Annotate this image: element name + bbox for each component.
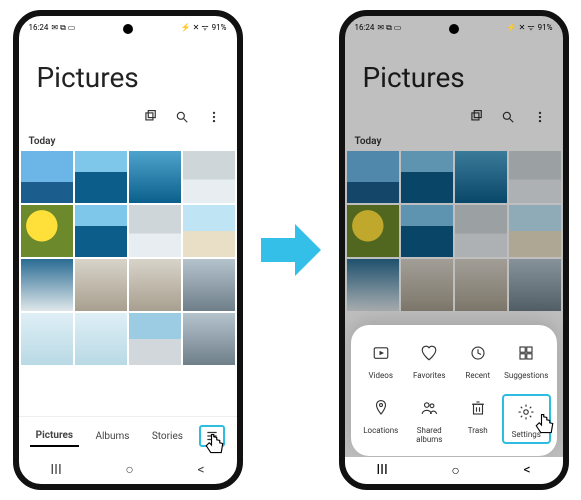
notif-icon: ✉ ⧉ ▭ (51, 23, 75, 33)
thumbnail[interactable] (183, 259, 235, 311)
thumbnail[interactable] (21, 313, 73, 365)
sheet-trash[interactable]: Trash (454, 394, 503, 444)
toolbar (19, 104, 237, 130)
copy-icon[interactable] (143, 110, 157, 124)
thumbnail[interactable] (75, 151, 127, 203)
thumbnail[interactable] (183, 151, 235, 203)
more-icon[interactable] (207, 110, 221, 124)
thumbnail[interactable] (347, 259, 399, 311)
sheet-label: Trash (468, 426, 488, 435)
play-icon (367, 339, 395, 367)
battery-text: 91% (538, 23, 553, 32)
nav-home-icon[interactable]: ○ (451, 462, 459, 479)
menu-sheet: Videos Favorites Recent Suggestions Loca… (351, 325, 557, 456)
thumbnail[interactable] (401, 151, 453, 203)
sheet-shared[interactable]: Shared albums (405, 394, 454, 444)
sheet-recent[interactable]: Recent (454, 339, 503, 380)
photo-grid (345, 151, 563, 311)
thumbnail[interactable] (401, 205, 453, 257)
signal-icon: ⚡ ✕ ᯤ (181, 22, 209, 33)
phone-right: 16:24 ✉ ⧉ ▭ ⚡ ✕ ᯤ 91% Pictures Today (339, 10, 569, 490)
sheet-label: Videos (369, 371, 393, 380)
thumbnail[interactable] (183, 205, 235, 257)
nav-bar: III ○ < (345, 457, 563, 484)
sheet-label: Suggestions (504, 371, 548, 380)
grid-icon (512, 339, 540, 367)
tab-pictures[interactable]: Pictures (30, 426, 79, 447)
thumbnail[interactable] (21, 151, 73, 203)
toolbar (345, 104, 563, 130)
thumbnail[interactable] (347, 151, 399, 203)
menu-button[interactable] (199, 425, 225, 447)
search-icon[interactable] (175, 110, 189, 124)
header: Pictures (345, 35, 563, 104)
signal-icon: ⚡ ✕ ᯤ (507, 22, 535, 33)
battery-text: 91% (212, 23, 227, 32)
heart-icon (415, 339, 443, 367)
clock-icon (464, 339, 492, 367)
thumbnail[interactable] (455, 205, 507, 257)
thumbnail[interactable] (129, 313, 181, 365)
gear-icon (512, 398, 540, 426)
page-title: Pictures (363, 61, 545, 94)
tab-stories[interactable]: Stories (146, 427, 189, 446)
page-title: Pictures (37, 61, 219, 94)
more-icon[interactable] (533, 110, 547, 124)
thumbnail[interactable] (183, 313, 235, 365)
nav-recents-icon[interactable]: III (376, 462, 387, 479)
nav-back-icon[interactable]: < (198, 462, 205, 478)
sheet-settings[interactable]: Settings (502, 394, 551, 444)
trash-icon (464, 394, 492, 422)
nav-recents-icon[interactable]: III (50, 462, 61, 478)
section-today: Today (345, 130, 563, 151)
thumbnail[interactable] (129, 151, 181, 203)
thumbnail[interactable] (21, 259, 73, 311)
thumbnail[interactable] (455, 259, 507, 311)
thumbnail[interactable] (401, 259, 453, 311)
bottom-tabs: Pictures Albums Stories (19, 416, 237, 455)
thumbnail[interactable] (129, 259, 181, 311)
front-camera (449, 24, 459, 34)
hamburger-icon (205, 429, 219, 443)
front-camera (123, 24, 133, 34)
search-icon[interactable] (501, 110, 515, 124)
status-time: 16:24 (29, 23, 49, 32)
thumbnail[interactable] (75, 259, 127, 311)
thumbnail[interactable] (129, 205, 181, 257)
sheet-label: Favorites (413, 371, 446, 380)
notif-icon: ✉ ⧉ ▭ (377, 23, 401, 33)
sheet-suggestions[interactable]: Suggestions (502, 339, 551, 380)
thumbnail[interactable] (75, 205, 127, 257)
arrow-icon (261, 224, 321, 276)
sheet-videos[interactable]: Videos (357, 339, 406, 380)
photo-grid (19, 151, 237, 365)
thumbnail[interactable] (347, 205, 399, 257)
sheet-label: Settings (512, 430, 541, 439)
tab-albums[interactable]: Albums (89, 427, 135, 446)
sheet-label: Recent (465, 371, 490, 380)
sheet-label: Locations (363, 426, 398, 435)
copy-icon[interactable] (469, 110, 483, 124)
nav-bar: III ○ < (19, 455, 237, 484)
header: Pictures (19, 35, 237, 104)
thumbnail[interactable] (75, 313, 127, 365)
sheet-favorites[interactable]: Favorites (405, 339, 454, 380)
sheet-locations[interactable]: Locations (357, 394, 406, 444)
sheet-label: Shared albums (405, 426, 454, 444)
nav-back-icon[interactable]: < (524, 462, 531, 479)
status-time: 16:24 (355, 23, 375, 32)
thumbnail[interactable] (21, 205, 73, 257)
thumbnail[interactable] (455, 151, 507, 203)
thumbnail[interactable] (509, 205, 561, 257)
thumbnail[interactable] (509, 151, 561, 203)
nav-home-icon[interactable]: ○ (125, 461, 133, 478)
phone-left: 16:24 ✉ ⧉ ▭ ⚡ ✕ ᯤ 91% Pictures Today P (13, 10, 243, 490)
location-icon (367, 394, 395, 422)
people-icon (415, 394, 443, 422)
thumbnail[interactable] (509, 259, 561, 311)
section-today: Today (19, 130, 237, 151)
